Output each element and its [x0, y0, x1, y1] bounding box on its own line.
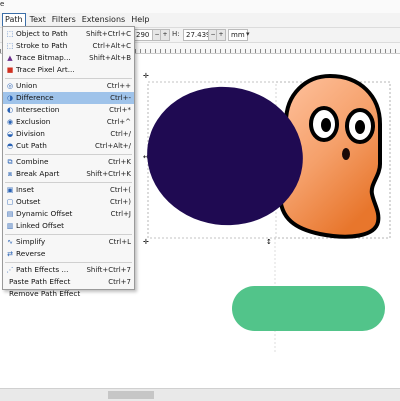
right-pupil — [355, 120, 365, 134]
menu-item-difference[interactable]: ◑ Difference Ctrl+- — [3, 92, 134, 104]
title-strip: e — [0, 0, 400, 13]
handle-bottom-left: ✛ — [143, 238, 149, 246]
difference-icon: ◑ — [6, 94, 14, 102]
division-icon: ◒ — [6, 130, 14, 138]
menu-item-union[interactable]: ◎ Union Ctrl++ — [3, 80, 134, 92]
menu-item-simplify[interactable]: ∿ Simplify Ctrl+L — [3, 236, 134, 248]
menu-item-reverse[interactable]: ⇄ Reverse — [3, 248, 134, 260]
menu-item-combine[interactable]: ⧉ Combine Ctrl+K — [3, 156, 134, 168]
trace-pixel-art-icon: ■ — [6, 66, 14, 74]
mouth — [342, 148, 350, 160]
scrollbar-thumb[interactable] — [108, 391, 154, 399]
menu-text[interactable]: Text — [28, 14, 48, 26]
menu-item-dynamic-offset[interactable]: ▤ Dynamic Offset Ctrl+J — [3, 208, 134, 220]
menu-item-trace-pixel-art[interactable]: ■ Trace Pixel Art... — [3, 64, 134, 76]
menu-separator — [5, 78, 132, 79]
title-fragment: e — [0, 0, 5, 8]
menu-item-path-effects[interactable]: ⋰ Path Effects ... Shift+Ctrl+7 — [3, 264, 134, 276]
menu-separator — [5, 154, 132, 155]
h-stepper-up[interactable]: + — [216, 29, 226, 41]
combine-icon: ⧉ — [7, 158, 13, 166]
handle-bottom-mid: ↕ — [266, 238, 272, 246]
menu-help[interactable]: Help — [129, 14, 151, 26]
stroke-to-path-icon: ⬚ — [6, 42, 14, 50]
menu-item-outset[interactable]: ▢ Outset Ctrl+) — [3, 196, 134, 208]
h-label: H: — [172, 30, 180, 38]
simplify-icon: ∿ — [7, 238, 13, 246]
menu-path[interactable]: Path — [2, 13, 26, 27]
menu-item-paste-path-effect[interactable]: Paste Path Effect Ctrl+7 — [3, 276, 134, 288]
trace-bitmap-icon: ▲ — [7, 54, 13, 62]
menu-item-exclusion[interactable]: ◉ Exclusion Ctrl+^ — [3, 116, 134, 128]
handle-top-left: ✛ — [143, 72, 149, 80]
unit-select[interactable]: mm — [228, 29, 248, 41]
menu-extensions[interactable]: Extensions — [80, 14, 127, 26]
break-apart-icon: ⧈ — [7, 170, 13, 178]
linked-offset-icon: ▥ — [6, 222, 14, 230]
h-field[interactable]: 27.439 — [183, 29, 211, 41]
left-pupil — [321, 118, 331, 132]
horizontal-scrollbar[interactable] — [0, 388, 400, 401]
menu-separator — [5, 182, 132, 183]
menu-separator — [5, 234, 132, 235]
green-pill — [232, 286, 385, 331]
path-effects-icon: ⋰ — [6, 266, 14, 274]
menu-item-trace-bitmap[interactable]: ▲ Trace Bitmap... Shift+Alt+B — [3, 52, 134, 64]
menu-item-division[interactable]: ◒ Division Ctrl+/ — [3, 128, 134, 140]
menu-item-intersection[interactable]: ◐ Intersection Ctrl+* — [3, 104, 134, 116]
intersection-icon: ◐ — [6, 106, 14, 114]
x-stepper-up[interactable]: + — [160, 29, 170, 41]
exclusion-icon: ◉ — [6, 118, 14, 126]
menu-item-break-apart[interactable]: ⧈ Break Apart Shift+Ctrl+K — [3, 168, 134, 180]
cut-path-icon: ◓ — [6, 142, 14, 150]
menu-item-inset[interactable]: ▣ Inset Ctrl+( — [3, 184, 134, 196]
menu-filters[interactable]: Filters — [50, 14, 78, 26]
menu-item-linked-offset[interactable]: ▥ Linked Offset — [3, 220, 134, 232]
menu-item-stroke-to-path[interactable]: ⬚ Stroke to Path Ctrl+Alt+C — [3, 40, 134, 52]
dynamic-offset-icon: ▤ — [6, 210, 14, 218]
menu-item-cut-path[interactable]: ◓ Cut Path Ctrl+Alt+/ — [3, 140, 134, 152]
path-menu-dropdown: ⬚ Object to Path Shift+Ctrl+C ⬚ Stroke t… — [2, 26, 135, 298]
outset-icon: ▢ — [6, 198, 14, 206]
unit-dropdown-icon[interactable]: ▾ — [246, 30, 250, 38]
menu-item-remove-path-effect[interactable]: Remove Path Effect — [3, 288, 134, 299]
menu-separator — [5, 262, 132, 263]
object-to-path-icon: ⬚ — [6, 30, 14, 38]
union-icon: ◎ — [6, 82, 14, 90]
inset-icon: ▣ — [6, 186, 14, 194]
menu-item-object-to-path[interactable]: ⬚ Object to Path Shift+Ctrl+C — [3, 28, 134, 40]
reverse-icon: ⇄ — [7, 250, 13, 258]
